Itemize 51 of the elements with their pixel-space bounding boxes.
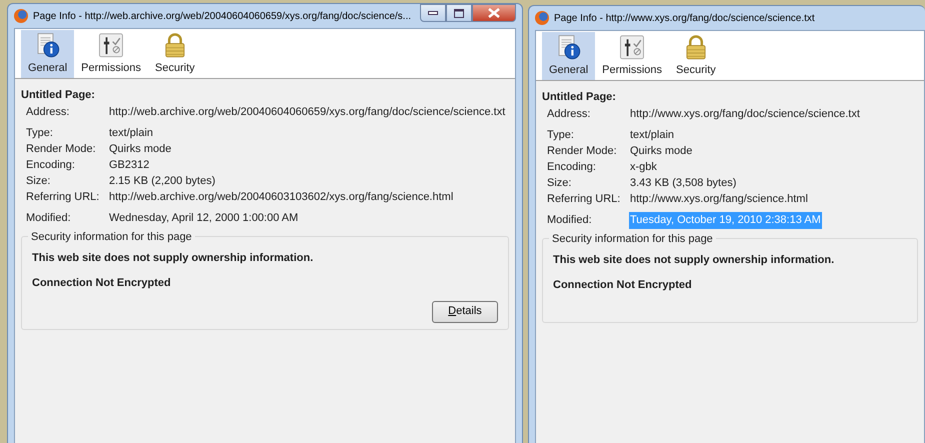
field-label: Encoding: xyxy=(547,160,597,176)
page-title: Untitled Page: xyxy=(21,88,96,103)
maximize-button[interactable] xyxy=(446,4,472,22)
field-value: http://web.archive.org/web/20040603103602/xys.org/fang/science.html xyxy=(108,190,454,206)
field-value: Quirks mode xyxy=(108,142,172,158)
tab[interactable]: Permissions xyxy=(595,32,670,80)
field-label: Address: xyxy=(547,107,592,122)
field-label: Type: xyxy=(547,128,575,144)
field-value: http://web.archive.org/web/20040604060659/xys.org/fang/doc/science/science.txt xyxy=(108,105,506,120)
field-value: Tuesday, October 19, 2010 2:38:13 AM xyxy=(629,212,822,229)
field-value: Quirks mode xyxy=(629,144,694,160)
details-button[interactable]: Details xyxy=(432,300,498,322)
window-title: Page Info - http://www.xys.org/fang/doc/science/science.txt xyxy=(554,12,815,26)
field-label: Encoding: xyxy=(26,158,76,174)
field-value: Wednesday, April 12, 2000 1:00:00 AM xyxy=(108,211,300,226)
page-title: Untitled Page: xyxy=(542,90,617,105)
security-message: This web site does not supply ownership information. xyxy=(553,252,836,268)
security-message: This web site does not supply ownership information. xyxy=(32,250,314,266)
tab[interactable]: General xyxy=(542,32,596,80)
field-value: 2.15 KB (2,200 bytes) xyxy=(108,174,216,190)
browser-logo-icon xyxy=(14,9,28,23)
tab[interactable]: Security xyxy=(148,30,202,78)
close-icon xyxy=(488,8,500,18)
minimize-icon xyxy=(428,11,438,15)
field-label: Modified: xyxy=(547,213,593,228)
close-button[interactable] xyxy=(472,4,516,22)
maximize-icon xyxy=(454,8,464,18)
field-value: x-gbk xyxy=(629,160,658,176)
field-value: text/plain xyxy=(629,128,676,144)
security-message: Connection Not Encrypted xyxy=(553,278,693,293)
field-label: Size: xyxy=(26,174,52,190)
field-label: Size: xyxy=(547,176,572,192)
field-label: Type: xyxy=(26,126,54,142)
security-message: Connection Not Encrypted xyxy=(32,276,172,291)
minimize-button[interactable] xyxy=(420,4,446,22)
field-label: Modified: xyxy=(26,211,72,226)
field-value: http://www.xys.org/fang/science.html xyxy=(629,192,809,208)
field-label: Referring URL: xyxy=(547,192,622,208)
field-value: text/plain xyxy=(108,126,154,142)
field-label: Render Mode: xyxy=(26,142,97,158)
field-label: Referring URL: xyxy=(26,190,100,206)
tab[interactable]: Permissions xyxy=(74,30,148,78)
field-label: Render Mode: xyxy=(547,144,618,160)
window-title: Page Info - http://web.archive.org/web/20040604060659/xys.org/fang/doc/science/s... xyxy=(33,10,412,24)
field-value: http://www.xys.org/fang/doc/science/science.txt xyxy=(629,107,861,122)
tab[interactable]: General xyxy=(21,30,74,78)
field-label: Address: xyxy=(26,105,70,120)
tab[interactable]: Security xyxy=(669,32,723,80)
browser-logo-icon xyxy=(535,11,549,25)
field-value: GB2312 xyxy=(108,158,150,174)
field-value: 3.43 KB (3,508 bytes) xyxy=(629,176,738,192)
